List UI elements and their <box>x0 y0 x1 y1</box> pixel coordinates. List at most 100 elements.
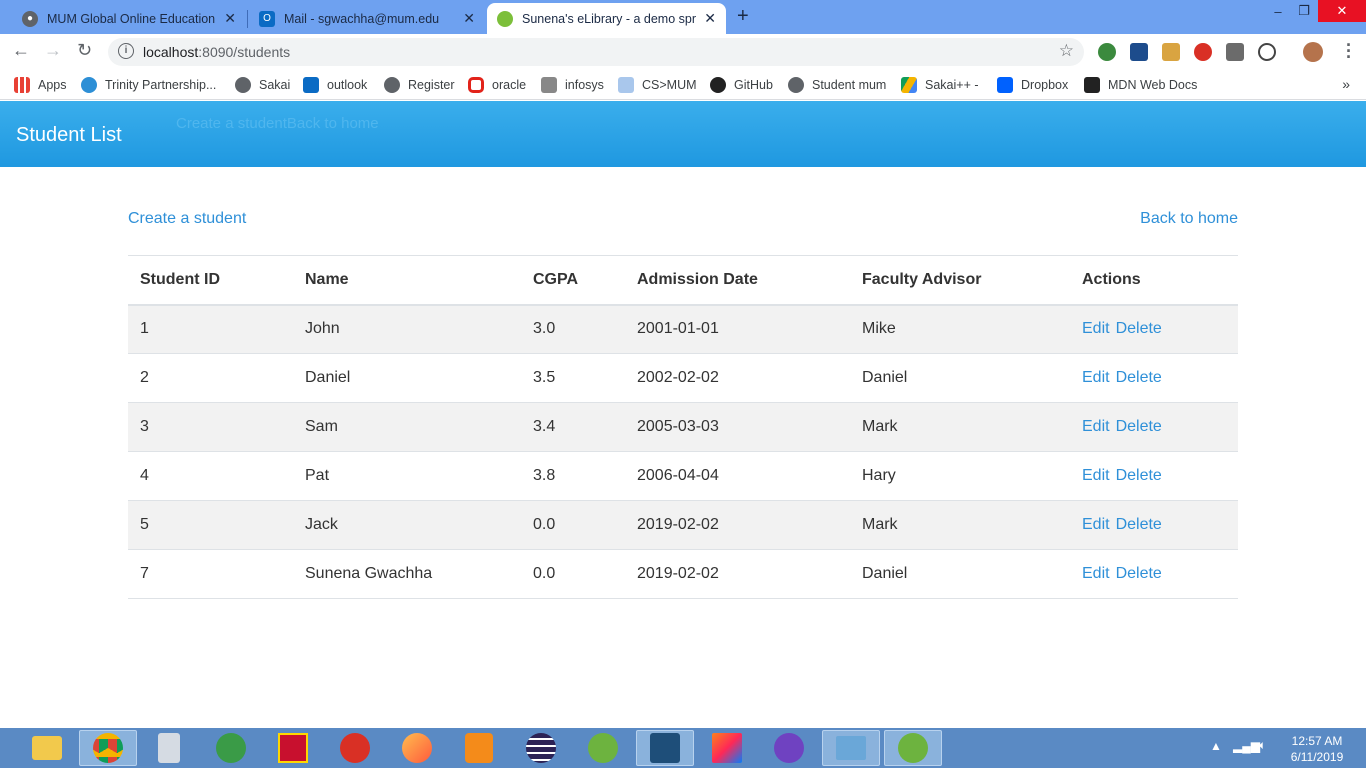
bookmark-register[interactable]: Register <box>384 77 455 93</box>
profile-avatar[interactable] <box>1303 42 1323 62</box>
create-student-link[interactable]: Create a student <box>128 210 246 228</box>
taskbar-github-desktop[interactable] <box>760 730 818 766</box>
cs-mum-icon <box>618 77 634 93</box>
edit-link[interactable]: Edit <box>1082 320 1110 337</box>
taskbar-spring[interactable] <box>574 730 632 766</box>
taskbar-spring-2[interactable] <box>884 730 942 766</box>
reload-icon[interactable]: ↻ <box>77 40 92 61</box>
bookmark-sakai[interactable]: Sakai <box>235 77 290 93</box>
extension-chart-icon[interactable] <box>1130 43 1148 61</box>
back-icon[interactable]: ← <box>12 40 30 61</box>
menu-icon[interactable]: · · · <box>1346 36 1352 66</box>
restore-icon[interactable]: ❐ <box>1292 0 1316 22</box>
bookmark-label: Sakai <box>259 78 291 92</box>
column-header: CGPA <box>521 255 625 306</box>
bookmark-label: infosys <box>565 78 604 92</box>
taskbar-file-explorer[interactable] <box>18 730 76 766</box>
browser-toolbar: ← → ↻ i localhost:8090/students ☆ · · · <box>0 34 1366 70</box>
edit-link[interactable]: Edit <box>1082 565 1110 582</box>
extension-facebook-icon[interactable] <box>1226 43 1244 61</box>
taskbar-mysql[interactable] <box>636 730 694 766</box>
minimize-icon[interactable]: – <box>1266 0 1290 22</box>
cell-cgpa: 3.4 <box>521 402 625 452</box>
new-tab-icon[interactable]: + <box>737 5 749 28</box>
close-tab-icon[interactable]: ✕ <box>704 10 716 27</box>
close-window-icon[interactable]: ✕ <box>1318 0 1366 22</box>
back-to-home-link[interactable]: Back to home <box>1140 210 1238 228</box>
table-row: 5 Jack 0.0 2019-02-02 Mark Edit Delete <box>128 500 1238 550</box>
taskbar-calculator[interactable] <box>140 730 198 766</box>
taskbar-photos[interactable] <box>822 730 880 766</box>
taskbar-foxit[interactable] <box>450 730 508 766</box>
delete-link[interactable]: Delete <box>1116 467 1162 484</box>
app-header: Student List Create a studentBack to hom… <box>0 101 1366 167</box>
bookmark-outlook[interactable]: outlook <box>303 77 367 93</box>
taskbar-chrome[interactable] <box>79 730 137 766</box>
bookmark-trinity[interactable]: Trinity Partnership... <box>81 77 216 93</box>
edit-link[interactable]: Edit <box>1082 418 1110 435</box>
apps-grid-icon <box>14 77 30 93</box>
cell-date: 2005-03-03 <box>625 402 850 452</box>
close-tab-icon[interactable]: ✕ <box>224 10 236 27</box>
bookmark-dropbox[interactable]: Dropbox <box>997 77 1068 93</box>
extension-paint-icon[interactable] <box>1162 43 1180 61</box>
bookmark-label: MDN Web Docs <box>1108 78 1198 92</box>
calculator-icon <box>158 733 180 763</box>
volume-icon[interactable]: 🔈︎ <box>1259 738 1266 753</box>
bookmark-label: GitHub <box>734 78 773 92</box>
bookmarks-overflow-icon[interactable]: » <box>1342 76 1350 92</box>
extension-yab-icon[interactable] <box>1194 43 1212 61</box>
address-bar[interactable]: i localhost:8090/students ☆ <box>108 38 1084 66</box>
table-row: 2 Daniel 3.5 2002-02-02 Daniel Edit Delet… <box>128 353 1238 403</box>
info-icon[interactable]: i <box>118 43 134 59</box>
taskbar-pdf[interactable] <box>326 730 384 766</box>
tray-expand-icon[interactable]: ▲ <box>1210 739 1222 753</box>
extension-globe-icon[interactable] <box>1098 43 1116 61</box>
bookmark-github[interactable]: GitHub <box>710 77 773 93</box>
cell-id: 2 <box>128 353 293 403</box>
bookmark-star-icon[interactable]: ☆ <box>1059 41 1074 61</box>
globe-icon <box>384 77 400 93</box>
github-icon <box>710 77 726 93</box>
extension-sync-icon[interactable] <box>1258 43 1276 61</box>
edit-link[interactable]: Edit <box>1082 369 1110 386</box>
close-tab-icon[interactable]: ✕ <box>463 10 475 27</box>
edit-link[interactable]: Edit <box>1082 516 1110 533</box>
chrome-icon <box>93 733 123 763</box>
cell-id: 7 <box>128 549 293 599</box>
taskbar-eclipse[interactable] <box>512 730 570 766</box>
delete-link[interactable]: Delete <box>1116 565 1162 582</box>
cell-date: 2006-04-04 <box>625 451 850 501</box>
spring-leaf-icon <box>898 733 928 763</box>
delete-link[interactable]: Delete <box>1116 369 1162 386</box>
clock-time: 12:57 AM <box>1291 734 1343 748</box>
delete-link[interactable]: Delete <box>1116 418 1162 435</box>
bookmark-apps[interactable]: Apps <box>14 77 67 93</box>
network-icon[interactable]: ▂▄▆ <box>1233 739 1260 753</box>
bookmark-cs-mum[interactable]: CS>MUM <box>618 77 697 93</box>
tab-elibrary[interactable]: Sunena's eLibrary - a demo sprin ✕ <box>487 3 726 34</box>
tab-mum-global[interactable]: ● MUM Global Online Education : C ✕ <box>12 3 246 34</box>
cell-name: Jack <box>293 500 521 550</box>
taskbar-nepal-app[interactable] <box>264 730 322 766</box>
bookmark-oracle[interactable]: oracle <box>468 77 526 93</box>
delete-link[interactable]: Delete <box>1116 320 1162 337</box>
delete-link[interactable]: Delete <box>1116 516 1162 533</box>
column-header: Student ID <box>128 255 293 306</box>
bookmark-infosys[interactable]: infosys <box>541 77 604 93</box>
edit-link[interactable]: Edit <box>1082 467 1110 484</box>
oracle-icon <box>468 77 484 93</box>
taskbar-firefox[interactable] <box>388 730 446 766</box>
cell-advisor: Mark <box>850 402 1070 452</box>
folder-icon <box>32 736 62 760</box>
outlook-icon <box>303 77 319 93</box>
clock[interactable]: 12:57 AM 6/11/2019 <box>1289 734 1345 764</box>
bookmark-student-mum[interactable]: Student mum <box>788 77 886 93</box>
cell-date: 2002-02-02 <box>625 353 850 403</box>
taskbar-intellij[interactable] <box>698 730 756 766</box>
bookmark-sakai-plus[interactable]: Sakai++ - <box>901 77 979 93</box>
bookmark-mdn[interactable]: MDN Web Docs <box>1084 77 1197 93</box>
tab-mail[interactable]: O Mail - sgwachha@mum.edu ✕ <box>249 3 485 34</box>
taskbar-download-manager[interactable] <box>202 730 260 766</box>
forward-icon[interactable]: → <box>44 40 62 61</box>
